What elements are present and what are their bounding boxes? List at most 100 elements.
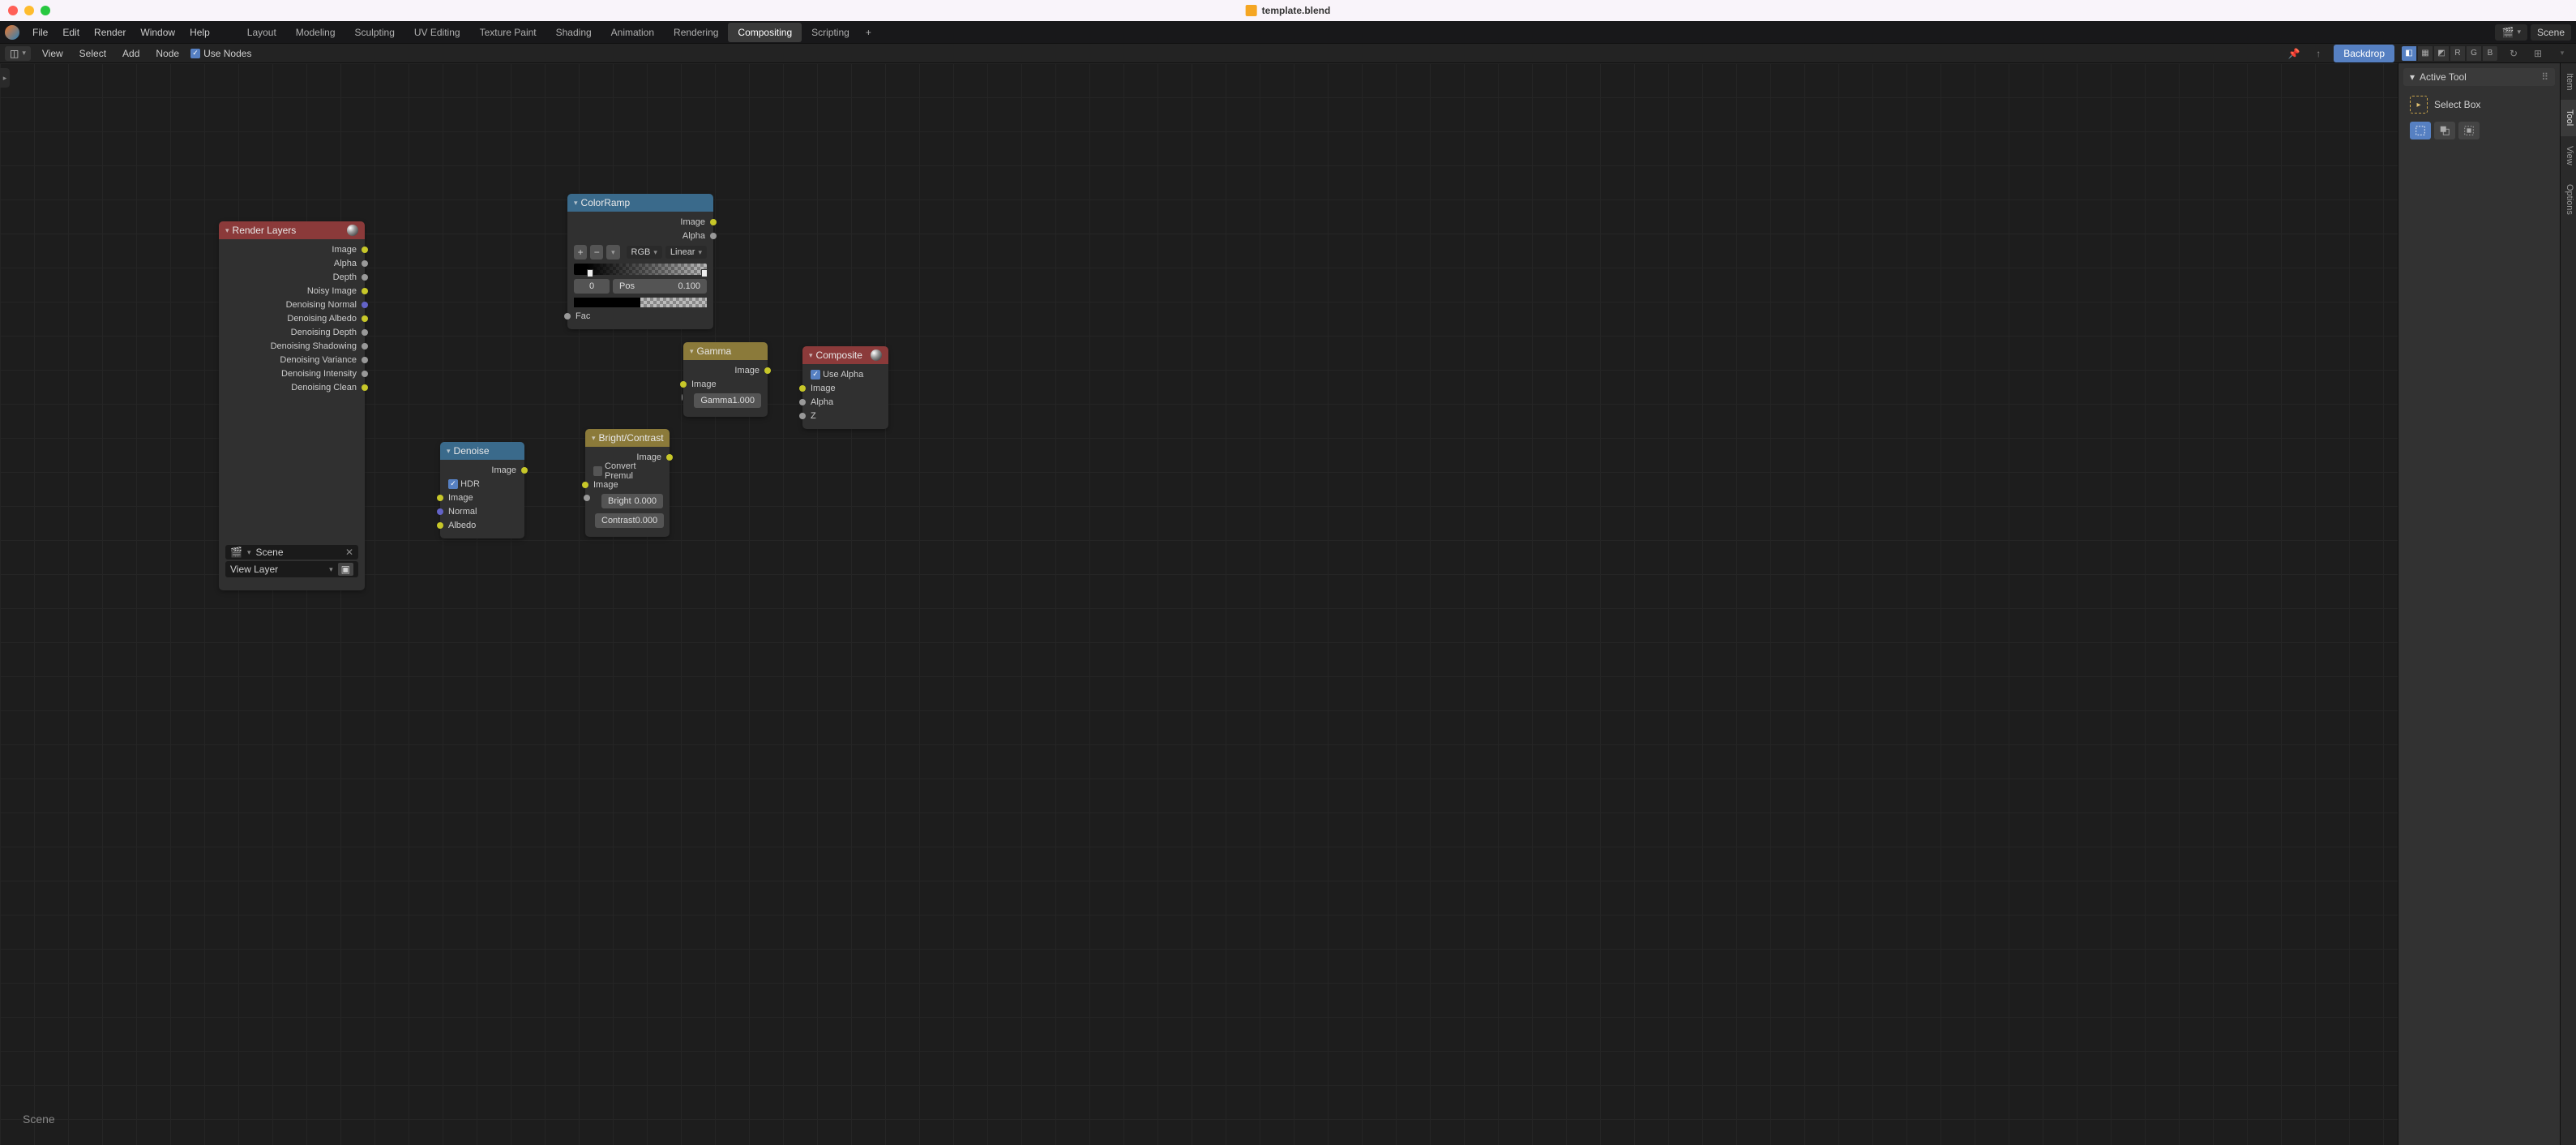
channel-combined[interactable]: ◧ <box>2401 45 2417 62</box>
menu-add-node[interactable]: Add <box>118 45 144 62</box>
tab-sculpting[interactable]: Sculpting <box>345 23 404 42</box>
gamma-title: Gamma <box>697 345 732 357</box>
use-nodes-toggle[interactable]: ✓ Use Nodes <box>190 48 251 59</box>
ramp-tools[interactable]: ▾ <box>606 245 619 259</box>
minimize-window-button[interactable] <box>24 6 34 15</box>
select-mode-subtract[interactable] <box>2458 122 2480 139</box>
select-mode-new[interactable] <box>2410 122 2431 139</box>
menu-node[interactable]: Node <box>151 45 184 62</box>
tab-rendering[interactable]: Rendering <box>664 23 728 42</box>
tab-compositing[interactable]: Compositing <box>728 23 802 42</box>
ramp-out-alpha: Alpha <box>683 231 705 241</box>
tab-uv[interactable]: UV Editing <box>404 23 470 42</box>
sidebar-tab-tool[interactable]: Tool <box>2561 100 2576 135</box>
channel-color[interactable]: ▦ <box>2417 45 2433 62</box>
backdrop-button[interactable]: Backdrop <box>2334 45 2394 62</box>
auto-render-button[interactable]: ↻ <box>2505 45 2523 62</box>
menu-edit[interactable]: Edit <box>56 24 86 41</box>
gamma-out-image: Image <box>734 366 760 375</box>
preview-sphere-icon <box>347 225 358 236</box>
node-denoise[interactable]: ▾Denoise Image ✓ HDR Image Normal Albedo <box>440 442 524 538</box>
composite-title: Composite <box>816 350 862 361</box>
ramp-gradient[interactable] <box>574 264 707 275</box>
render-layers-scene-select[interactable]: 🎬▾ Scene ✕ <box>225 545 358 560</box>
bc-contrast-field[interactable]: Contrast0.000 <box>595 513 664 528</box>
use-nodes-label: Use Nodes <box>203 48 251 59</box>
snap-options[interactable]: ▾ <box>2553 45 2571 62</box>
ramp-stop-0[interactable] <box>587 269 593 277</box>
ramp-color-swatch[interactable] <box>574 298 707 307</box>
menu-view[interactable]: View <box>37 45 68 62</box>
clear-scene-icon[interactable]: ✕ <box>345 547 353 558</box>
editor-type-selector[interactable]: ◫▾ <box>5 46 31 61</box>
color-ramp-title: ColorRamp <box>581 197 631 208</box>
render-layers-layer-select[interactable]: View Layer ▾ ▣ <box>225 561 358 577</box>
node-composite[interactable]: ▾Composite ✓ Use Alpha Image Alpha Z <box>802 346 888 429</box>
gamma-value-field[interactable]: Gamma1.000 <box>694 393 761 408</box>
ramp-add-stop[interactable]: + <box>574 245 587 259</box>
denoise-hdr-toggle[interactable]: ✓ HDR <box>440 477 524 491</box>
scene-name-field[interactable]: Scene <box>2531 24 2571 41</box>
snap-toggle[interactable]: ⊞ <box>2529 45 2547 62</box>
menu-render[interactable]: Render <box>88 24 132 41</box>
sidebar-tab-options[interactable]: Options <box>2561 174 2576 225</box>
denoise-in-normal: Normal <box>448 507 477 517</box>
composite-in-z: Z <box>811 411 816 421</box>
ramp-interp-select[interactable]: Linear▾ <box>665 246 707 259</box>
bc-title: Bright/Contrast <box>599 432 664 444</box>
tab-scripting[interactable]: Scripting <box>802 23 859 42</box>
select-mode-extend[interactable] <box>2434 122 2455 139</box>
render-layers-title: Render Layers <box>233 225 297 236</box>
tab-shading[interactable]: Shading <box>546 23 601 42</box>
tab-modeling[interactable]: Modeling <box>286 23 345 42</box>
composite-use-alpha[interactable]: ✓ Use Alpha <box>802 367 888 381</box>
channel-g[interactable]: G <box>2466 45 2482 62</box>
pin-button[interactable]: 📌 <box>2285 45 2303 62</box>
render-button-icon[interactable]: ▣ <box>338 563 353 576</box>
ramp-pos-field[interactable]: Pos0.100 <box>613 279 707 294</box>
node-render-layers[interactable]: ▾Render Layers Image Alpha Depth Noisy I… <box>219 221 365 590</box>
output-alpha-label: Alpha <box>334 259 357 268</box>
output-dn-normal: Denoising Normal <box>286 300 357 310</box>
bc-bright-field[interactable]: Bright0.000 <box>601 494 663 508</box>
menu-window[interactable]: Window <box>134 24 182 41</box>
ramp-stop-index[interactable]: 0 <box>574 279 610 294</box>
channel-b[interactable]: B <box>2482 45 2498 62</box>
node-canvas[interactable]: ▸ ▾Render Layers <box>0 63 2398 1145</box>
ramp-remove-stop[interactable]: − <box>590 245 603 259</box>
scene-selector[interactable]: 🎬▾ <box>2495 24 2527 41</box>
tab-layout[interactable]: Layout <box>237 23 286 42</box>
ramp-out-image: Image <box>680 217 705 227</box>
blender-logo-icon[interactable] <box>5 25 19 40</box>
menu-file[interactable]: File <box>26 24 54 41</box>
sidebar-tab-item[interactable]: Item <box>2561 63 2576 100</box>
workspace-tabs: Layout Modeling Sculpting UV Editing Tex… <box>237 23 878 42</box>
active-tool-panel-header[interactable]: ▾Active Tool⠿ <box>2403 68 2555 86</box>
maximize-window-button[interactable] <box>41 6 50 15</box>
node-color-ramp[interactable]: ▾ColorRamp Image Alpha + − ▾ RGB▾ Linear… <box>567 194 713 329</box>
layer-value: View Layer <box>230 564 278 575</box>
panel-grip-icon[interactable]: ⠿ <box>2541 71 2548 83</box>
ramp-stop-1[interactable] <box>701 269 708 277</box>
sidebar-tabs: Item Tool View Options <box>2560 63 2576 1145</box>
scene-value: Scene <box>255 547 283 558</box>
check-icon: ✓ <box>811 370 820 380</box>
channel-alpha[interactable]: ◩ <box>2433 45 2450 62</box>
tab-add-button[interactable]: + <box>859 23 878 42</box>
node-bright-contrast[interactable]: ▾Bright/Contrast Image ✓ Convert Premul … <box>585 429 670 537</box>
bc-convert-toggle[interactable]: ✓ Convert Premul <box>585 464 670 478</box>
ramp-interp: Linear <box>670 247 695 257</box>
menu-help[interactable]: Help <box>183 24 216 41</box>
tool-sidebar: ▾Active Tool⠿ Select Box <box>2398 63 2560 1145</box>
sidebar-tab-view[interactable]: View <box>2561 136 2576 175</box>
node-gamma[interactable]: ▾Gamma Image Image Gamma1.000 <box>683 342 768 417</box>
menu-select[interactable]: Select <box>75 45 111 62</box>
channel-r[interactable]: R <box>2450 45 2466 62</box>
ramp-mode-select[interactable]: RGB▾ <box>627 246 662 259</box>
parent-node-button[interactable]: ↑ <box>2309 45 2327 62</box>
output-dn-intensity: Denoising Intensity <box>281 369 357 379</box>
output-dn-shadow: Denoising Shadowing <box>271 341 357 351</box>
tab-animation[interactable]: Animation <box>601 23 664 42</box>
tab-texture[interactable]: Texture Paint <box>470 23 546 42</box>
close-window-button[interactable] <box>8 6 18 15</box>
